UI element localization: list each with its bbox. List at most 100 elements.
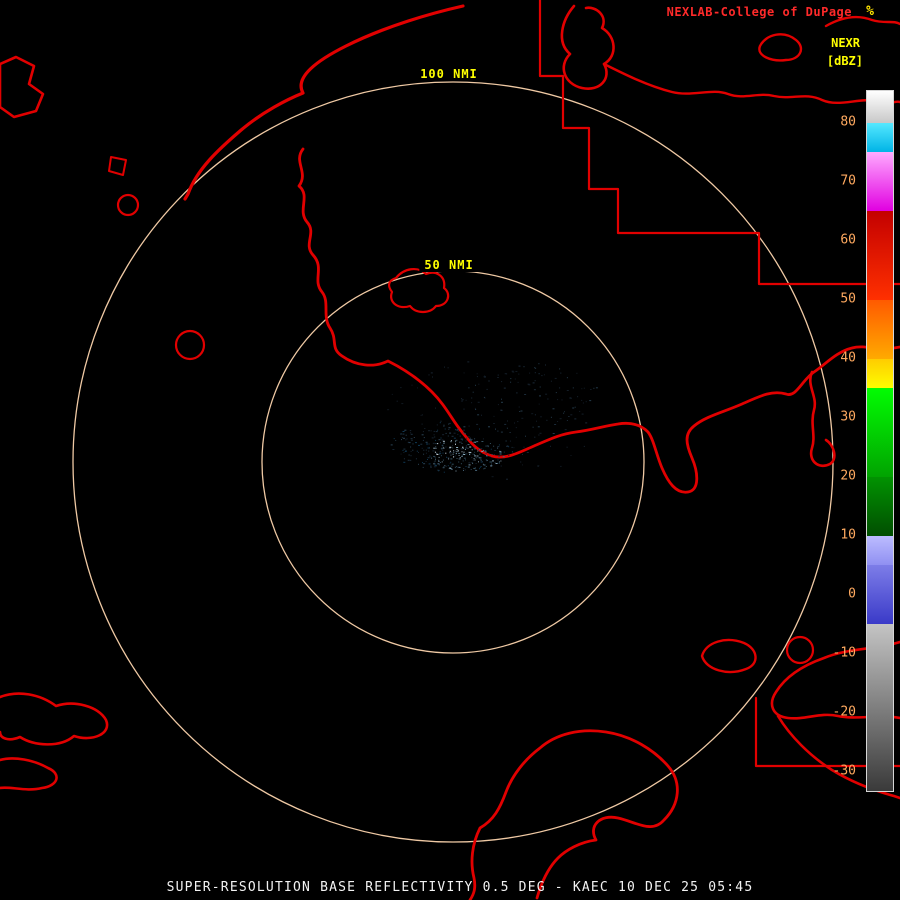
radar-echo-pixel [577,396,578,397]
colorbar-units-label: [dBZ] [827,54,863,68]
radar-echo-pixel [429,374,430,375]
radar-echo-pixel [433,463,434,464]
radar-echo-pixel [442,445,443,446]
radar-echo-pixel [534,437,535,438]
radar-echo-pixel [491,449,492,450]
radar-echo-pixel [507,428,508,429]
colorbar-tick-20: 20 [840,468,856,483]
map-island-circle [118,195,138,215]
radar-echo-pixel [403,449,405,450]
radar-echo-pixel [431,467,432,468]
radar-echo-pixel [477,456,479,457]
radar-echo-pixel [506,479,508,480]
radar-echo-pixel [477,376,478,377]
radar-echo-pixel [434,431,435,432]
radar-echo-pixel [455,429,456,430]
radar-echo-pixel [474,454,475,455]
radar-echo-pixel [409,442,411,443]
radar-echo-pixel [514,423,515,424]
radar-echo-pixel [426,450,427,451]
radar-echo-pixel [544,374,545,375]
radar-echo-pixel [442,434,444,435]
radar-echo-pixel [499,444,500,445]
radar-echo-pixel [482,461,483,462]
radar-echo-pixel [475,408,476,409]
radar-echo-pixel [449,427,451,428]
radar-echo-pixel [474,455,476,456]
map-island-circle [176,331,204,359]
radar-echo-pixel [444,367,445,368]
radar-echo-pixel [553,433,555,434]
radar-echo-pixel [461,463,462,464]
colorbar-tick--30: -30 [833,763,856,778]
radar-echo-pixel [487,389,488,390]
radar-echo-pixel [485,468,486,469]
radar-echo-pixel [455,441,456,442]
radar-echo-pixel [466,446,467,447]
radar-echo-pixel [493,446,494,447]
radar-echo-pixel [478,384,479,385]
radar-echo-pixel [560,466,561,467]
radar-echo-pixel [540,387,541,388]
radar-echo-pixel [450,451,451,452]
radar-echo-pixel [539,373,540,374]
radar-echo-pixel [461,442,462,443]
radar-echo-pixel [589,400,591,401]
radar-echo-pixel [443,426,444,427]
radar-echo-pixel [477,373,478,374]
radar-echo-pixel [596,387,598,388]
radar-echo-pixel [512,371,514,372]
radar-echo-pixel [453,454,454,455]
radar-echo-pixel [458,431,459,432]
radar-echo-pixel [449,448,451,449]
radar-echo-pixel [422,448,423,449]
radar-echo-pixel [529,373,530,374]
radar-echo-pixel [434,437,435,438]
radar-echo-pixel [417,451,418,452]
radar-echo-pixel [486,459,487,460]
radar-echo-pixel [581,388,582,389]
radar-echo-pixel [541,375,542,376]
radar-echo-pixel [458,450,459,451]
radar-echo-pixel [476,441,478,442]
radar-echo-pixel [567,447,568,448]
radar-echo-pixel [457,429,458,430]
radar-echo-pixel [555,378,557,379]
radar-echo-pixel [515,371,517,372]
radar-echo-pixel [524,447,525,448]
radar-echo-pixel [433,443,435,444]
colorbar-segment [867,477,893,536]
colorbar [866,90,894,792]
radar-echo-pixel [499,451,501,452]
radar-echo-pixel [499,461,500,462]
radar-echo-pixel [452,447,453,448]
radar-echo-pixel [434,434,435,435]
radar-echo-pixel [498,459,499,460]
radar-echo-pixel [494,450,496,451]
radar-echo-pixel [429,463,431,464]
radar-echo-pixel [536,421,537,422]
radar-echo-pixel [429,430,430,431]
radar-echo-pixel [465,459,466,460]
radar-echo-pixel [394,438,395,439]
radar-echo-pixel [524,394,526,395]
radar-echo-pixel [473,468,475,469]
radar-echo-pixel [474,438,475,439]
radar-echo-pixel [570,414,572,415]
radar-echo-pixel [583,403,584,404]
radar-echo-pixel [468,387,469,388]
radar-echo-pixel [435,443,436,444]
radar-echo-pixel [477,451,478,452]
radar-echo-pixel [460,457,461,458]
radar-echo-pixel [506,441,507,442]
colorbar-tick-60: 60 [840,232,856,247]
radar-echo-pixel [391,444,393,445]
radar-echo-pixel [492,460,494,461]
radar-echo-pixel [387,409,389,410]
radar-echo-pixel [506,373,507,374]
radar-echo-pixel [440,462,441,463]
map-outline [0,694,107,745]
radar-echo-pixel [418,464,419,465]
radar-echo-pixel [456,447,458,448]
radar-echo-pixel [456,451,457,452]
